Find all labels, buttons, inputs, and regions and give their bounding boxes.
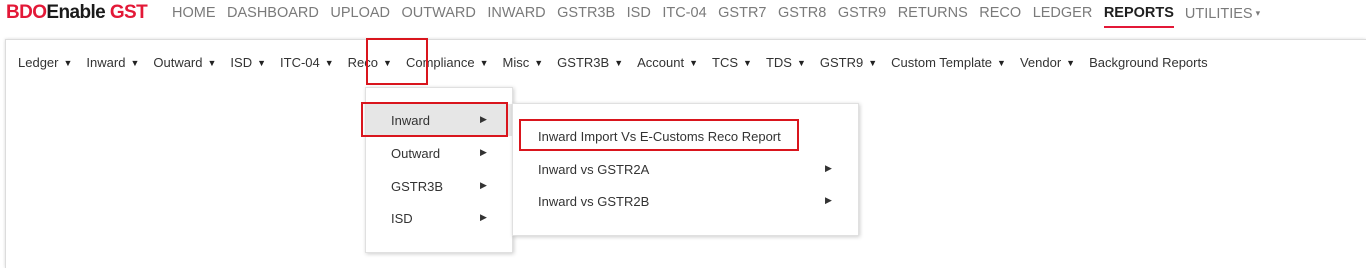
caret-down-icon: ▼	[534, 58, 544, 68]
inward-highlight-box	[361, 102, 508, 137]
nav-home[interactable]: HOME	[172, 4, 216, 28]
nav-itc04[interactable]: ITC-04	[662, 4, 706, 28]
caret-right-icon: ▶	[480, 212, 487, 222]
nav-reco[interactable]: RECO	[979, 4, 1021, 28]
nav-outward[interactable]: OUTWARD	[402, 4, 476, 28]
reco-highlight-box	[366, 38, 428, 85]
reco-menu-isd[interactable]: ISD ▶	[366, 202, 512, 234]
subnav-account[interactable]: Account ▼	[637, 55, 698, 71]
caret-down-icon: ▼	[1066, 58, 1076, 68]
subnav-tds[interactable]: TDS ▼	[766, 55, 806, 71]
caret-right-icon: ▶	[480, 180, 487, 190]
brand-gst: GST	[109, 2, 148, 23]
subnav-tcs-label: TCS	[712, 55, 739, 70]
nav-dashboard[interactable]: DASHBOARD	[227, 4, 319, 28]
submenu-inward-vs-gstr2a-label: Inward vs GSTR2A	[538, 162, 650, 177]
brand-enable: Enable	[46, 2, 106, 23]
nav-utilities-label: UTILITIES	[1184, 6, 1253, 22]
reco-menu-gstr3b-label: GSTR3B	[391, 179, 444, 194]
subnav-custom-template-label: Custom Template	[891, 55, 993, 70]
caret-down-icon: ▼	[743, 58, 752, 68]
subnav-tds-label: TDS	[765, 55, 792, 70]
subnav-isd[interactable]: ISD ▼	[230, 55, 266, 71]
submenu-inward-vs-gstr2a[interactable]: Inward vs GSTR2A ▶	[513, 153, 858, 185]
caret-down-icon: ▼	[796, 58, 806, 68]
caret-down-icon: ▼	[257, 58, 267, 68]
brand-bdo: BDO	[6, 2, 47, 23]
caret-down-icon: ▼	[997, 58, 1006, 68]
nav-inward[interactable]: INWARD	[487, 4, 545, 28]
subnav-itc04[interactable]: ITC-04 ▼	[280, 55, 334, 71]
subnav-gstr9-label: GSTR9	[819, 55, 864, 70]
submenu-inward-vs-gstr2b-label: Inward vs GSTR2B	[538, 194, 650, 209]
reco-menu-gstr3b[interactable]: GSTR3B ▶	[366, 170, 512, 202]
subnav-gstr3b[interactable]: GSTR3B ▼	[557, 55, 623, 71]
subnav-vendor[interactable]: Vendor ▼	[1020, 55, 1075, 71]
caret-down-icon: ▼	[324, 58, 334, 68]
nav-gstr9[interactable]: GSTR9	[838, 4, 886, 28]
subnav-misc[interactable]: Misc ▼	[503, 55, 544, 71]
caret-right-icon: ▶	[825, 195, 832, 205]
subnav-outward[interactable]: Outward ▼	[153, 55, 216, 71]
subnav-ledger[interactable]: Ledger ▼	[18, 55, 72, 71]
brand-logo[interactable]: BDOEnable GST	[6, 2, 148, 24]
nav-gstr8[interactable]: GSTR8	[778, 4, 826, 28]
subnav-inward[interactable]: Inward ▼	[86, 55, 139, 71]
top-bar: BDOEnable GST HOME DASHBOARD UPLOAD OUTW…	[0, 0, 1366, 28]
subnav-custom-template[interactable]: Custom Template ▼	[891, 55, 1006, 71]
reco-menu-outward-label: Outward	[391, 146, 441, 161]
caret-down-icon: ▼	[689, 58, 699, 68]
subnav-gstr3b-label: GSTR3B	[557, 55, 610, 70]
subnav-tcs[interactable]: TCS ▼	[712, 55, 752, 71]
subnav-inward-label: Inward	[86, 55, 126, 70]
submenu-inward-vs-gstr2b[interactable]: Inward vs GSTR2B ▶	[513, 185, 858, 217]
reco-menu-outward[interactable]: Outward ▶	[366, 137, 512, 169]
nav-ledger[interactable]: LEDGER	[1033, 4, 1093, 28]
subnav-background-reports[interactable]: Background Reports	[1089, 55, 1208, 71]
subnav-vendor-label: Vendor	[1019, 55, 1062, 70]
caret-down-icon: ▼	[63, 58, 73, 68]
subnav-misc-label: Misc	[502, 55, 530, 70]
nav-returns[interactable]: RETURNS	[898, 4, 968, 28]
subnav-gstr9[interactable]: GSTR9 ▼	[820, 55, 877, 71]
subnav-outward-label: Outward	[153, 55, 203, 70]
nav-upload[interactable]: UPLOAD	[330, 4, 390, 28]
subnav-account-label: Account	[637, 55, 685, 70]
nav-gstr7[interactable]: GSTR7	[718, 4, 766, 28]
nav-isd[interactable]: ISD	[627, 4, 651, 28]
nav-gstr3b[interactable]: GSTR3B	[557, 4, 615, 28]
caret-down-icon: ▼	[207, 58, 217, 68]
caret-down-icon: ▼	[130, 58, 140, 68]
caret-down-icon: ▼	[614, 58, 624, 68]
caret-right-icon: ▶	[480, 147, 487, 157]
caret-down-icon: ▾	[1255, 8, 1261, 18]
nav-reports[interactable]: REPORTS	[1103, 4, 1174, 28]
caret-down-icon: ▼	[479, 58, 489, 68]
subnav-itc04-label: ITC-04	[280, 55, 320, 70]
caret-down-icon: ▼	[868, 58, 878, 68]
nav-utilities[interactable]: UTILITIES ▾	[1185, 4, 1260, 28]
subnav-isd-label: ISD	[230, 55, 253, 70]
subnav-ledger-label: Ledger	[18, 55, 59, 70]
report-highlight-box	[519, 119, 799, 151]
reports-sub-nav: Ledger ▼ Inward ▼ Outward ▼ ISD ▼ ITC-04 ▼ Re…	[18, 55, 1222, 71]
main-nav: HOME DASHBOARD UPLOAD OUTWARD INWARD GST…	[172, 4, 1272, 28]
caret-right-icon: ▶	[825, 163, 832, 173]
reco-menu-isd-label: ISD	[391, 211, 413, 226]
